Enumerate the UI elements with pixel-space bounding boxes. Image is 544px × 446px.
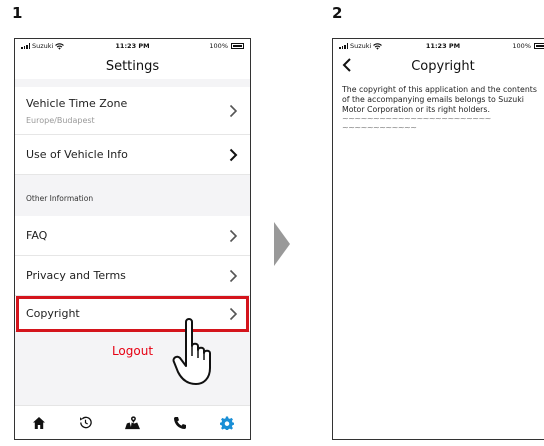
page-title: Settings [105, 58, 160, 74]
battery-percent: 100% [209, 42, 228, 50]
tilde-line-2: ~~~~~~~~~~~~ [342, 122, 417, 132]
copyright-body: The copyright of this application and th… [342, 85, 537, 114]
nav-bar: Copyright [333, 53, 544, 79]
row-label: Copyright [26, 307, 80, 320]
home-icon [32, 416, 45, 429]
step-number-1: 1 [12, 4, 23, 22]
tab-home[interactable] [28, 412, 50, 434]
battery-icon [231, 43, 244, 49]
row-label: FAQ [26, 229, 48, 242]
chevron-right-icon [229, 269, 238, 282]
battery-icon [534, 43, 544, 49]
history-icon [80, 416, 92, 429]
tab-settings[interactable] [216, 412, 238, 434]
row-label: Use of Vehicle Info [26, 148, 128, 161]
status-bar: Suzuki 11:23 PM 100% [15, 39, 250, 53]
chevron-right-icon [229, 104, 238, 117]
section-header-other-information: Other Information [26, 194, 94, 203]
settings-row-privacy-and-terms[interactable]: Privacy and Terms [15, 256, 250, 296]
settings-row-copyright[interactable]: Copyright [15, 296, 250, 332]
logout-button[interactable]: Logout [15, 344, 250, 358]
copyright-screen: Suzuki 11:23 PM 100% Copyright The copyr… [332, 38, 544, 440]
chevron-right-icon [229, 307, 238, 320]
battery: 100% [512, 42, 544, 50]
settings-row-vehicle-time-zone[interactable]: Vehicle Time Zone Europe/Budapest [15, 87, 250, 135]
battery-percent: 100% [512, 42, 531, 50]
settings-row-use-of-vehicle-info[interactable]: Use of Vehicle Info [15, 135, 250, 175]
copyright-text: The copyright of this application and th… [333, 79, 544, 133]
chevron-right-icon [229, 229, 238, 242]
phone-icon [173, 416, 186, 429]
settings-gear-icon [219, 415, 234, 430]
tab-history[interactable] [75, 412, 97, 434]
status-bar: Suzuki 11:23 PM 100% [333, 39, 544, 53]
back-chevron-icon[interactable] [341, 57, 353, 73]
step-number-2: 2 [332, 4, 343, 22]
nav-bar: Settings [15, 53, 250, 79]
tab-map[interactable] [122, 412, 144, 434]
row-label: Privacy and Terms [26, 269, 126, 282]
battery: 100% [209, 42, 244, 50]
row-label: Vehicle Time Zone [26, 97, 128, 110]
tab-bar [15, 405, 250, 439]
settings-row-faq[interactable]: FAQ [15, 216, 250, 256]
settings-screen: Suzuki 11:23 PM 100% Settings Vehicle Ti… [14, 38, 251, 440]
map-icon [125, 416, 140, 430]
chevron-right-icon [229, 148, 238, 161]
page-title: Copyright [411, 58, 475, 74]
row-value: Europe/Budapest [26, 116, 95, 125]
tab-phone[interactable] [169, 412, 191, 434]
next-step-arrow-icon [274, 222, 290, 266]
